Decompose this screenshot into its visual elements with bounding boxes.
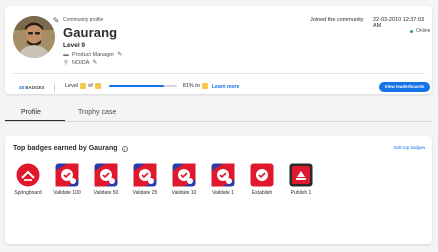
avatar[interactable]	[13, 16, 55, 58]
level-of: of	[88, 83, 93, 89]
edit-avatar-pencil-icon[interactable]: ✎	[51, 16, 61, 26]
badge-label: Validate 25	[132, 190, 158, 196]
online-dot-icon	[410, 29, 413, 33]
validate-icon	[54, 163, 80, 187]
location: NOIDA	[72, 59, 90, 66]
top-badges-card: Top badges earned by Gaurang i Edit top …	[5, 136, 432, 244]
job-title: Product Manager	[72, 51, 115, 58]
badge-item[interactable]: Validate 100	[53, 163, 81, 196]
badges-count-label: BADGES	[25, 85, 45, 91]
edit-title-pencil-icon[interactable]: ✎	[117, 51, 122, 58]
level-progress-bar	[108, 85, 177, 87]
divider	[13, 73, 425, 74]
badge-item[interactable]: Validate 10	[171, 163, 197, 196]
level-progress: Level of 81% to	[65, 83, 208, 89]
badge-item[interactable]: Validate 50	[93, 163, 119, 196]
tab-profile[interactable]: Profile	[21, 109, 41, 116]
community-profile-label: Community profile	[63, 17, 104, 23]
validate-icon	[132, 163, 158, 187]
tab-trophy-case[interactable]: Trophy case	[78, 109, 116, 116]
badge-label: Establish	[251, 190, 273, 196]
separator	[53, 84, 55, 92]
badge-item[interactable]: Publish 1	[288, 163, 314, 196]
publish-icon	[288, 163, 314, 187]
online-status: Online	[410, 28, 430, 34]
badges-count-number: 48	[19, 85, 25, 91]
springboard-icon	[15, 163, 41, 187]
max-level-chip-icon	[94, 83, 101, 89]
top-badges-heading: Top badges earned by Gaurang i	[13, 145, 128, 152]
edit-location-pencil-icon[interactable]: ✎	[92, 59, 97, 66]
badge-label: Validate 1	[212, 190, 234, 196]
next-level-chip-icon	[201, 83, 208, 89]
top-badges-title: Top badges earned by Gaurang	[13, 145, 118, 152]
badge-item[interactable]: Establish	[249, 163, 275, 196]
level-progress-fill	[108, 85, 164, 87]
badge-label: Validate 100	[53, 190, 81, 196]
validate-icon	[210, 163, 236, 187]
job-title-row: ▬ Product Manager ✎	[63, 51, 122, 59]
joined-label: Joined the community	[310, 17, 364, 23]
badge-label: Validate 50	[93, 190, 119, 196]
online-label: Online	[416, 28, 431, 34]
badge-item[interactable]: Validate 1	[210, 163, 236, 196]
badge-label: Publish 1	[290, 190, 312, 196]
profile-tabs: Profile Trophy case	[5, 104, 432, 122]
location-pin-icon: ⚲	[63, 59, 69, 66]
learn-more-link[interactable]: Learn more	[212, 84, 239, 90]
user-name: Gaurang	[63, 25, 118, 40]
user-level: Level 9	[63, 42, 86, 49]
current-level-chip-icon	[80, 83, 87, 89]
view-leaderboards-button[interactable]: View leaderboards	[379, 82, 430, 92]
badge-item[interactable]: Springboard	[14, 163, 42, 196]
badge-label: Validate 10	[171, 190, 197, 196]
info-icon[interactable]: i	[121, 145, 128, 152]
validate-icon	[171, 163, 197, 187]
badge-label: Springboard	[14, 190, 42, 196]
location-row: ⚲ NOIDA ✎	[63, 59, 97, 67]
validate-icon	[93, 163, 119, 187]
establish-icon	[249, 163, 275, 187]
profile-card: ✎ Community profile Gaurang Level 9 ▬ Pr…	[5, 6, 432, 94]
badges-count[interactable]: 48 BADGES	[19, 84, 55, 92]
briefcase-icon: ▬	[63, 51, 69, 58]
edit-top-badges-link[interactable]: Edit top badges	[394, 145, 425, 150]
tabs-divider	[5, 121, 432, 122]
badge-item[interactable]: Validate 25	[132, 163, 158, 196]
progress-text: 81% to	[182, 83, 200, 89]
level-word: Level	[65, 83, 79, 89]
